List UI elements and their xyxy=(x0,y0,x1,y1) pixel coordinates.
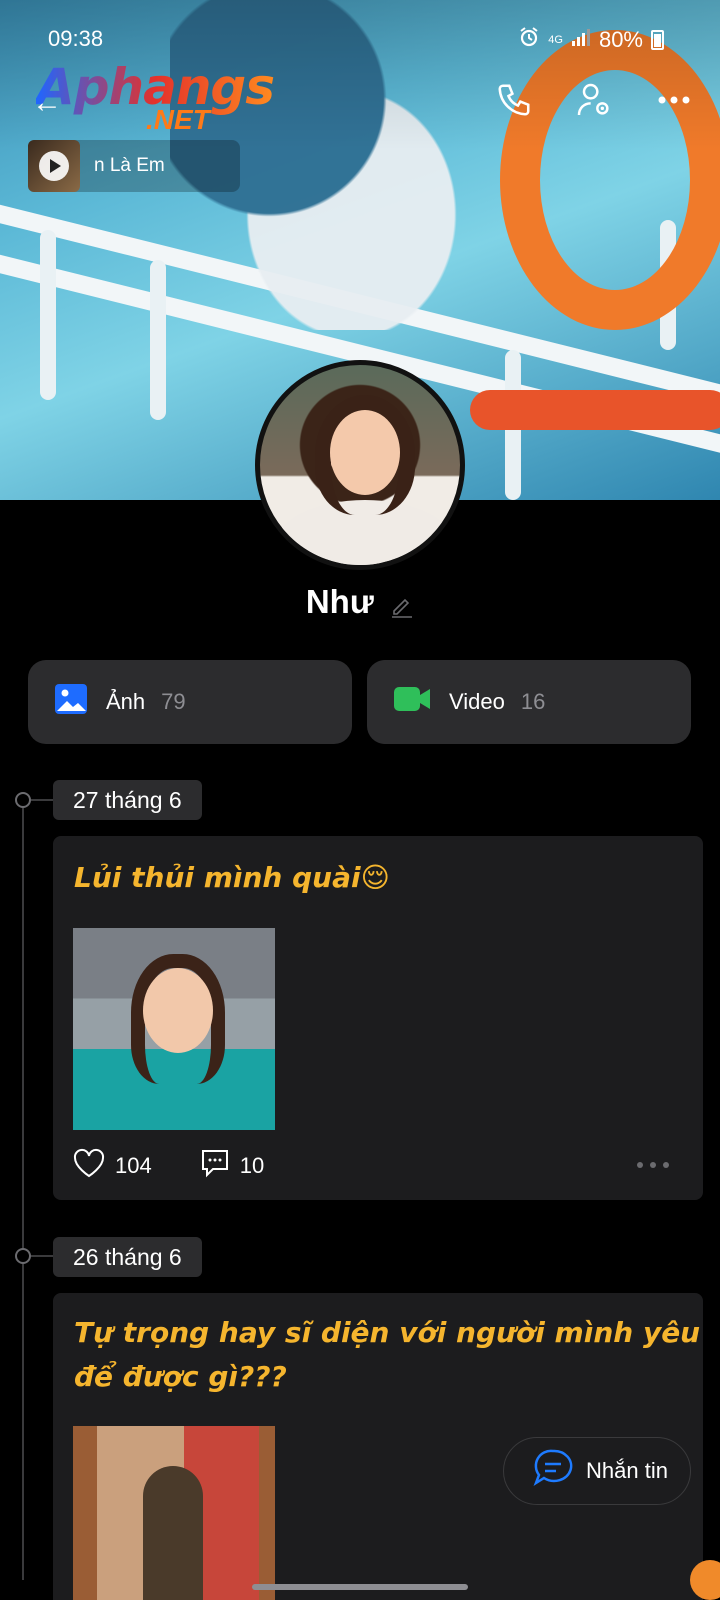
back-arrow-icon[interactable]: ← xyxy=(32,86,62,120)
post-photo[interactable] xyxy=(73,928,275,1130)
videos-count: 16 xyxy=(520,689,546,714)
photos-count: 79 xyxy=(161,689,186,714)
watermark-logo: Aphangs .NET xyxy=(36,58,275,135)
battery-icon xyxy=(651,30,664,50)
photos-card[interactable]: Ảnh 79 xyxy=(28,660,352,744)
post-actions: 104 10 xyxy=(73,1148,312,1184)
top-actions xyxy=(492,78,696,122)
videos-card[interactable]: Video 16 xyxy=(367,660,691,744)
photos-label: Ảnh xyxy=(106,689,146,714)
post-text-line2: để được gì??? xyxy=(74,1360,287,1393)
post-text: Lủi thủi mình quài😌 xyxy=(74,861,390,894)
status-bar: 09:38 4G 80% xyxy=(0,22,720,58)
timeline-dot xyxy=(15,792,31,808)
post-text-line1: Tự trọng hay sĩ diện với người mình yêu xyxy=(74,1316,701,1349)
timeline-line xyxy=(22,800,24,1580)
network-type: 4G xyxy=(548,33,563,46)
alarm-icon xyxy=(518,26,540,54)
date-chip: 27 tháng 6 xyxy=(53,780,202,820)
watermark-sub: .NET xyxy=(146,104,210,135)
profile-settings-icon[interactable] xyxy=(572,78,616,122)
edit-pencil-icon[interactable] xyxy=(390,593,414,624)
comment-icon[interactable] xyxy=(200,1148,230,1184)
like-count: 104 xyxy=(115,1153,152,1178)
phone-call-icon[interactable] xyxy=(492,78,536,122)
timeline-connector xyxy=(31,799,53,801)
comment-count: 10 xyxy=(239,1153,265,1178)
post-photo[interactable] xyxy=(73,1426,275,1600)
profile-name: Như xyxy=(305,583,374,620)
music-thumbnail xyxy=(28,140,80,192)
profile-music[interactable]: n Là Em xyxy=(28,140,240,192)
photo-icon xyxy=(54,683,88,721)
avatar-face xyxy=(330,410,400,495)
profile-name-row: Như xyxy=(0,583,720,624)
heart-icon[interactable] xyxy=(73,1148,105,1184)
battery-percent: 80% xyxy=(598,27,643,52)
comment-group[interactable]: 10 xyxy=(200,1148,264,1184)
play-icon[interactable] xyxy=(39,151,69,181)
video-icon xyxy=(393,685,431,719)
message-button[interactable]: Nhắn tin xyxy=(503,1437,691,1505)
signal-icon xyxy=(571,27,591,53)
photo-face xyxy=(143,968,213,1053)
like-group[interactable]: 104 xyxy=(73,1148,152,1184)
post-card[interactable]: Lủi thủi mình quài😌 104 10 xyxy=(53,836,703,1200)
date-chip: 26 tháng 6 xyxy=(53,1237,202,1277)
message-button-label: Nhắn tin xyxy=(586,1458,668,1483)
status-icons: 4G 80% xyxy=(518,26,664,54)
chat-bubble-icon xyxy=(532,1448,574,1494)
photo-figure xyxy=(143,1466,203,1600)
timeline-connector xyxy=(31,1255,53,1257)
music-title: n Là Em xyxy=(94,155,165,176)
avatar[interactable] xyxy=(255,360,465,570)
videos-label: Video xyxy=(449,689,505,714)
home-indicator[interactable] xyxy=(252,1584,468,1590)
status-time: 09:38 xyxy=(48,26,104,51)
post-more-icon[interactable] xyxy=(637,1162,669,1168)
timeline-dot xyxy=(15,1248,31,1264)
more-options-icon[interactable] xyxy=(652,78,696,122)
